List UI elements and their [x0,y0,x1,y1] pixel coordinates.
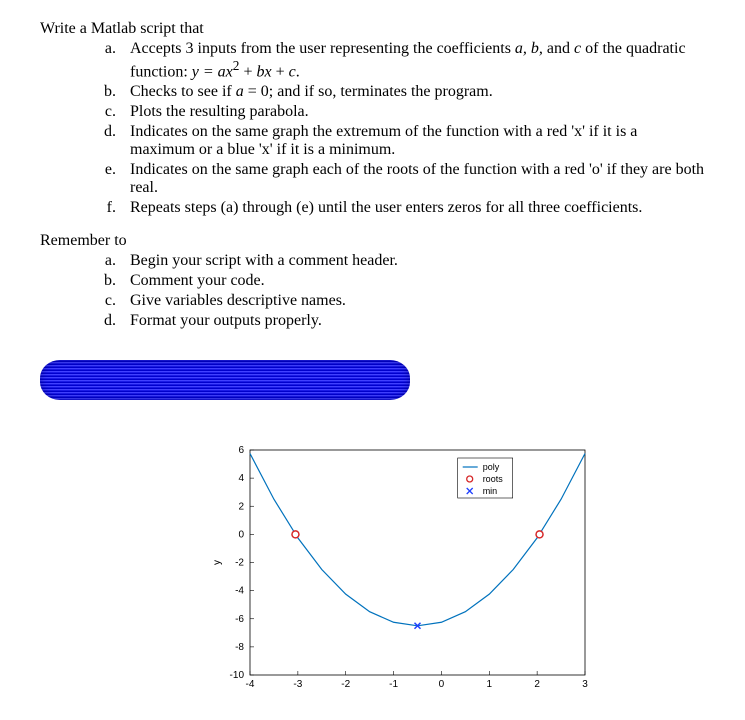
svg-text:2: 2 [238,502,244,513]
svg-text:y: y [212,560,223,565]
prompt-title: Write a Matlab script that [40,20,705,38]
svg-text:-10: -10 [230,670,245,681]
highlight-redaction-bar [40,360,410,400]
remember-item: Give variables descriptive names. [120,292,705,310]
svg-text:6: 6 [238,445,244,456]
svg-text:3: 3 [582,679,588,690]
chart-figure: -4-3-2-10123-10-8-6-4-20246ypolyrootsmin [200,440,705,700]
remember-list: Begin your script with a comment header.… [40,252,705,330]
svg-text:-6: -6 [235,614,244,625]
requirements-list: Accepts 3 inputs from the user represent… [40,40,705,217]
remember-title: Remember to [40,232,705,250]
req-item: Accepts 3 inputs from the user represent… [120,40,705,81]
req-item: Repeats steps (a) through (e) until the … [120,199,705,217]
chart-svg: -4-3-2-10123-10-8-6-4-20246ypolyrootsmin [200,440,600,700]
svg-text:-1: -1 [389,679,398,690]
svg-text:poly: poly [483,462,500,472]
svg-text:4: 4 [238,473,244,484]
req-item: Indicates on the same graph the extremum… [120,123,705,159]
svg-text:min: min [483,486,498,496]
svg-text:0: 0 [439,679,445,690]
svg-text:-4: -4 [235,586,244,597]
svg-text:-2: -2 [341,679,350,690]
req-item: Checks to see if a = 0; and if so, termi… [120,83,705,101]
remember-item: Format your outputs properly. [120,312,705,330]
req-item: Plots the resulting parabola. [120,103,705,121]
svg-text:1: 1 [487,679,493,690]
remember-item: Comment your code. [120,272,705,290]
svg-text:0: 0 [238,530,244,541]
svg-text:-3: -3 [293,679,302,690]
req-item: Indicates on the same graph each of the … [120,161,705,197]
svg-text:-2: -2 [235,558,244,569]
svg-text:2: 2 [534,679,540,690]
svg-text:-8: -8 [235,642,244,653]
svg-text:-4: -4 [246,679,255,690]
remember-item: Begin your script with a comment header. [120,252,705,270]
svg-text:roots: roots [483,474,504,484]
